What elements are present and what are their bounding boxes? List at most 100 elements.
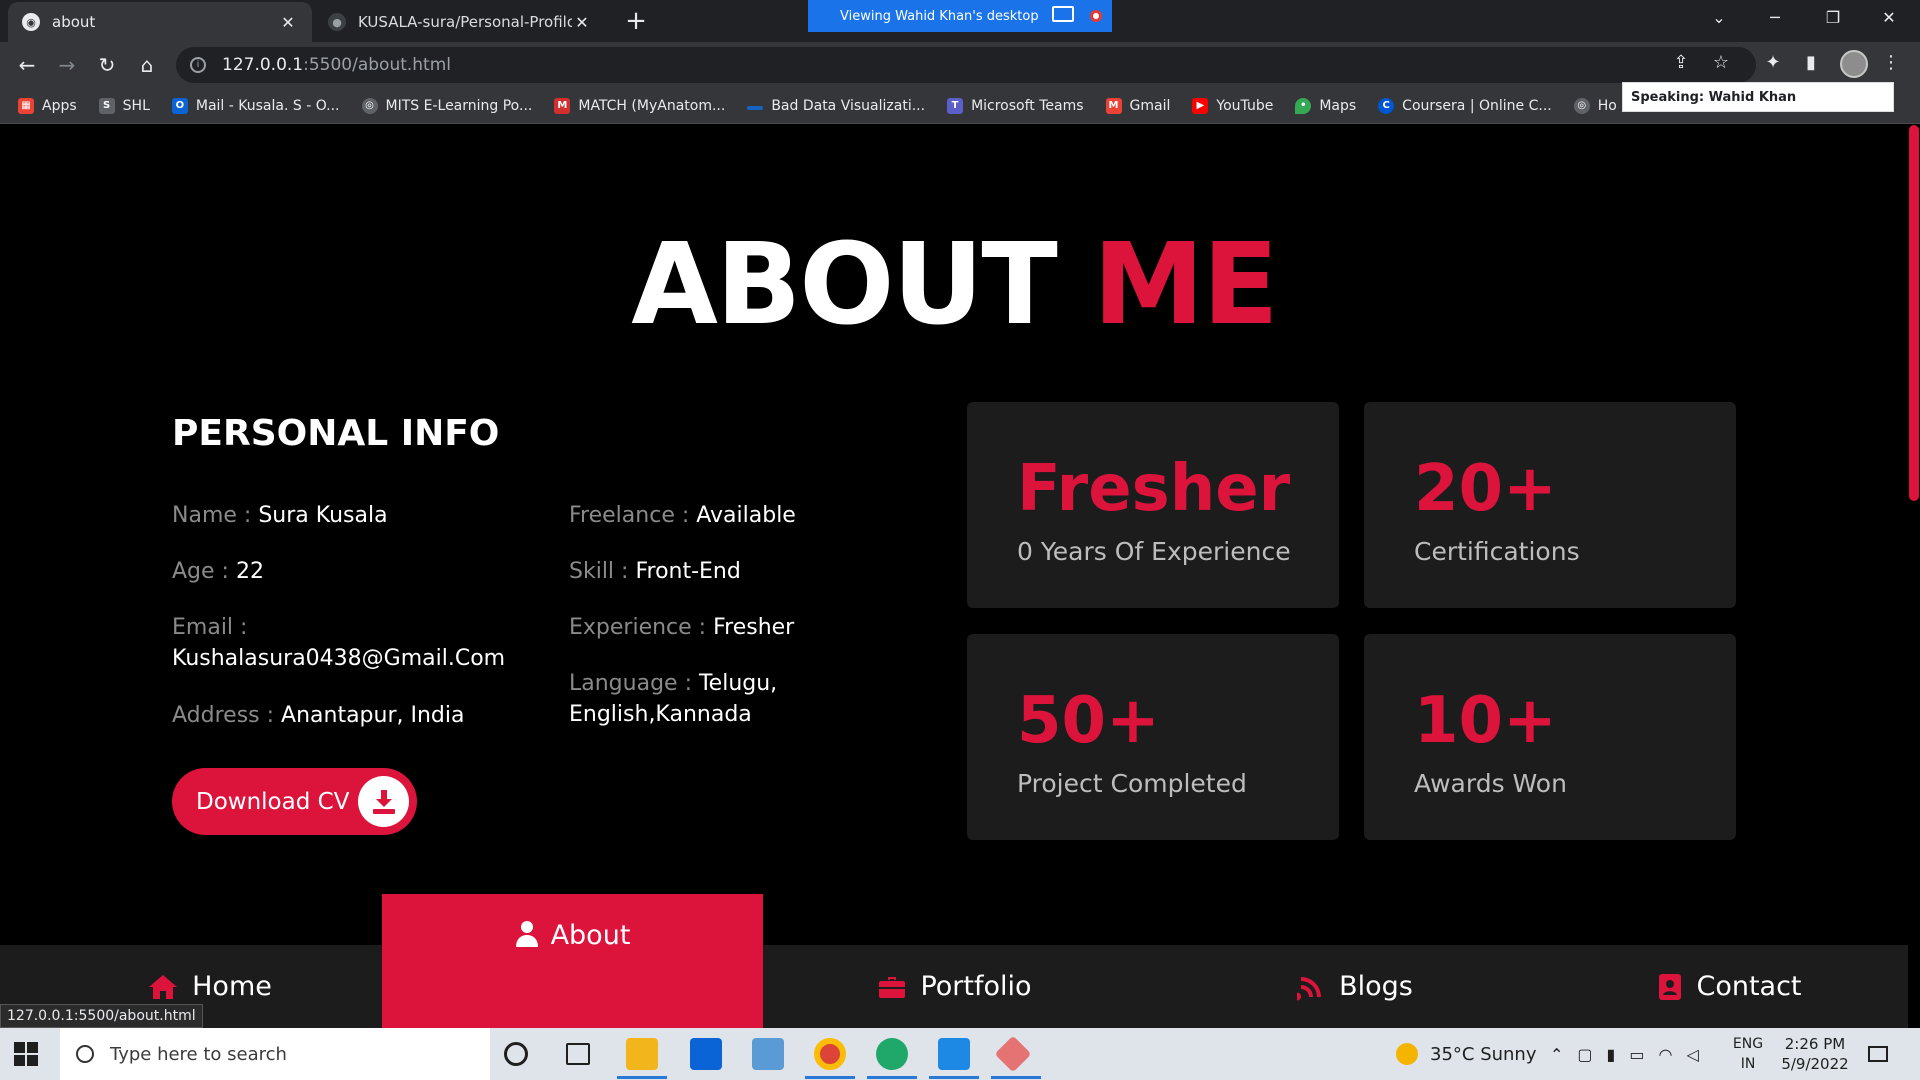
new-tab-button[interactable]: + [620, 6, 652, 38]
page-title: ABOUT ME [631, 220, 1279, 350]
tab-title: KUSALA-sura/Personal-Profilo-Fo [358, 13, 572, 31]
share-banner-text: Viewing Wahid Khan's desktop [840, 8, 1039, 24]
multicolor-app-icon[interactable] [994, 1035, 1032, 1073]
bookmark-apps[interactable]: ▦ Apps [18, 97, 77, 114]
bookmark-teams[interactable]: T Microsoft Teams [947, 97, 1084, 114]
tab-title: about [52, 13, 96, 31]
stat-label: Certifications [1414, 537, 1580, 566]
bookmark-match[interactable]: M MATCH (MyAnatom... [554, 97, 725, 114]
stat-label: Awards Won [1414, 769, 1567, 798]
info-label: Name : [172, 503, 252, 528]
screen-share-icon[interactable] [1052, 6, 1074, 22]
file-explorer-icon[interactable] [626, 1038, 658, 1070]
running-indicator [929, 1076, 979, 1079]
bookmark-ho[interactable]: ◎ Ho [1573, 97, 1617, 114]
bookmark-youtube[interactable]: ▶ YouTube [1192, 97, 1273, 114]
volume-icon[interactable]: ◁ [1686, 1045, 1712, 1064]
minimize-button[interactable]: ─ [1752, 0, 1798, 36]
bookmark-gmail[interactable]: M Gmail [1105, 97, 1170, 114]
edge-icon[interactable] [876, 1038, 908, 1070]
notifications-icon[interactable] [1868, 1028, 1896, 1080]
wifi-icon[interactable]: ◠ [1658, 1045, 1686, 1064]
close-tab-icon[interactable]: ✕ [278, 13, 298, 32]
microphone-icon[interactable]: ▮ [1607, 1045, 1630, 1064]
menu-kebab-icon[interactable]: ⋮ [1878, 50, 1904, 76]
info-value: Telugu, [698, 671, 778, 696]
nav-contact[interactable]: Contact [1600, 945, 1860, 1028]
bookmark-maps[interactable]: • Maps [1295, 97, 1356, 114]
restore-button[interactable]: ❐ [1810, 0, 1856, 36]
laptop-app-icon[interactable] [752, 1038, 784, 1070]
clock-time: 2:26 PM [1784, 1035, 1846, 1053]
info-value: English,Kannada [569, 702, 752, 727]
stat-number: 50+ [1017, 684, 1160, 758]
screen-share-banner[interactable]: Viewing Wahid Khan's desktop [808, 0, 1112, 32]
nav-about[interactable]: About [382, 894, 763, 1028]
home-button[interactable]: ⌂ [132, 50, 162, 80]
reload-button[interactable]: ↻ [92, 50, 122, 80]
running-indicator [867, 1076, 917, 1079]
globe-icon: ◉ [22, 13, 40, 31]
weather-text: 35°C Sunny [1430, 1043, 1537, 1065]
contact-card-icon [1658, 973, 1682, 1001]
running-indicator [617, 1076, 667, 1079]
stat-card-certifications: 20+ Certifications [1364, 402, 1736, 608]
task-view-icon[interactable] [566, 1043, 590, 1065]
bookmark-coursera[interactable]: C Coursera | Online C... [1378, 97, 1552, 114]
info-label: Age : [172, 559, 229, 584]
nav-blogs[interactable]: Blogs [1230, 945, 1480, 1028]
vscode-icon[interactable] [938, 1038, 970, 1070]
device-icon[interactable]: ▢ [1577, 1045, 1606, 1064]
windows-start-button[interactable] [14, 1042, 38, 1066]
bookmark-mits[interactable]: ◎ MITS E-Learning Po... [361, 97, 532, 114]
tab-about[interactable]: ◉ about ✕ [8, 2, 312, 42]
close-tab-icon[interactable]: ✕ [572, 13, 592, 32]
bookmark-star-icon[interactable]: ☆ [1708, 50, 1734, 76]
scrollbar-thumb[interactable] [1909, 125, 1919, 501]
system-tray-icons[interactable]: ⌃ ▢ ▮ ▭ ◠ ◁ [1550, 1028, 1713, 1080]
windows-taskbar: Type here to search 35°C Sunny ⌃ ▢ ▮ ▭ ◠… [0, 1028, 1920, 1080]
show-hidden-icon[interactable]: ⌃ [1550, 1045, 1577, 1064]
globe-icon: ◎ [361, 97, 378, 114]
info-name: Name : Sura Kusala [172, 500, 388, 531]
tab-search-icon[interactable]: ⌄ [1696, 0, 1742, 36]
extensions-icon[interactable]: ✦ [1760, 50, 1786, 76]
cortana-icon[interactable] [504, 1042, 528, 1066]
briefcase-icon [878, 975, 906, 999]
info-experience: Experience : Fresher [569, 612, 794, 643]
back-button[interactable]: ← [12, 50, 42, 80]
address-bar[interactable]: i 127.0.0.1:5500/about.html [176, 47, 1756, 83]
stat-number: Fresher [1017, 452, 1291, 526]
address-url[interactable]: 127.0.0.1:5500/about.html [222, 55, 451, 75]
taskbar-clock[interactable]: 2:26 PM 5/9/2022 [1770, 1034, 1860, 1074]
language-indicator[interactable]: ENG IN [1730, 1034, 1766, 1074]
taskbar-search-box[interactable]: Type here to search [60, 1028, 490, 1080]
forward-button[interactable]: → [52, 50, 82, 80]
bookmark-shl[interactable]: S SHL [98, 97, 150, 114]
close-window-button[interactable]: ✕ [1866, 0, 1912, 36]
info-label: Skill : [569, 559, 629, 584]
mail-icon[interactable] [690, 1038, 722, 1070]
about-page: ABOUT ME PERSONAL INFO Name : Sura Kusal… [0, 125, 1908, 1028]
stat-card-projects: 50+ Project Completed [967, 634, 1339, 840]
gmail-icon: M [1105, 97, 1122, 114]
info-value: Anantapur, India [281, 703, 465, 728]
teams-icon: T [947, 97, 964, 114]
info-value: Sura Kusala [258, 503, 388, 528]
download-cv-label: Download CV [196, 788, 350, 815]
download-cv-button[interactable]: Download CV [172, 768, 417, 835]
tab-github[interactable]: ● KUSALA-sura/Personal-Profilo-Fo ✕ [314, 2, 606, 42]
nav-portfolio[interactable]: Portfolio [820, 945, 1090, 1028]
match-icon: M [554, 97, 571, 114]
battery-icon[interactable]: ▭ [1629, 1045, 1658, 1064]
share-icon[interactable]: ⇪ [1668, 50, 1694, 76]
bookmark-bad-data[interactable]: Bad Data Visualizati... [747, 98, 925, 114]
weather-widget[interactable]: 35°C Sunny [1396, 1028, 1537, 1080]
site-info-icon[interactable]: i [190, 57, 206, 73]
bookmark-mail[interactable]: O Mail - Kusala. S - O... [171, 97, 340, 114]
chrome-icon[interactable] [814, 1038, 846, 1070]
profile-avatar[interactable] [1840, 50, 1868, 78]
blog-icon [1297, 973, 1325, 1001]
side-panel-icon[interactable]: ▮ [1798, 50, 1824, 76]
info-label: Email : [172, 615, 248, 640]
